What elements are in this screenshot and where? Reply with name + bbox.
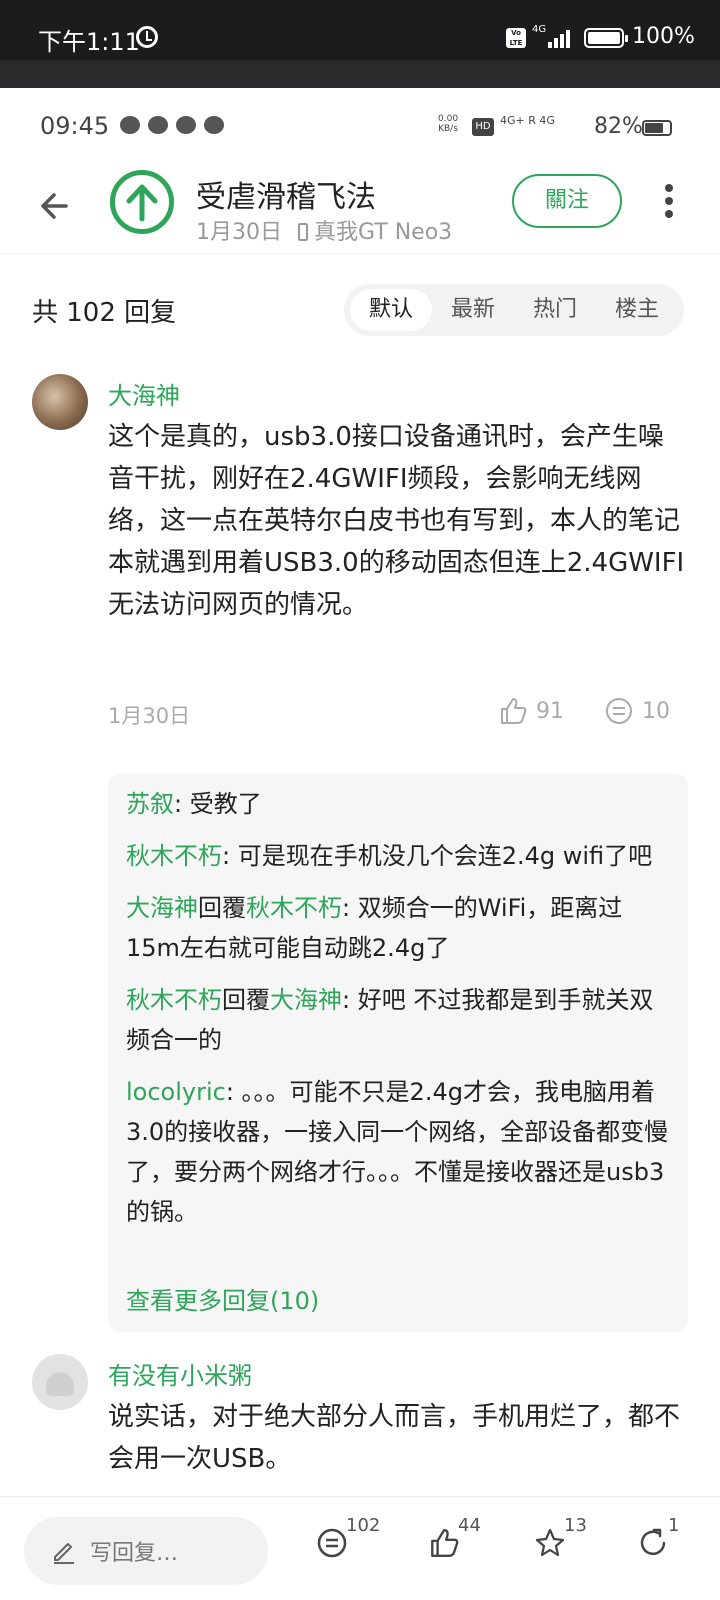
post-date: 1月30日 <box>196 220 282 245</box>
pencil-icon <box>54 1543 74 1564</box>
network-type: 4G <box>532 24 547 35</box>
hd-icon: HD <box>472 118 494 136</box>
sub-reply[interactable]: 秋木不朽回覆大海神: 好吧 不过我都是到手就关双频合一的 <box>126 980 670 1060</box>
shares-count: 1 <box>668 1515 680 1536</box>
like-button[interactable]: 91 <box>498 696 564 726</box>
post-device: 真我GT Neo3 <box>314 220 453 245</box>
like-post-button[interactable]: 44 <box>428 1515 488 1571</box>
reply-button[interactable]: 10 <box>604 696 670 726</box>
share-icon <box>640 1528 666 1556</box>
comment-icon <box>317 1528 347 1558</box>
sub-reply[interactable]: 苏叙: 受教了 <box>126 784 670 824</box>
system-time: 下午1:11 <box>38 28 140 56</box>
sub-reply-text: : 受教了 <box>174 790 262 818</box>
favorite-button[interactable]: 13 <box>534 1515 594 1571</box>
phone-icon <box>298 223 308 241</box>
favorites-count: 13 <box>564 1515 587 1536</box>
comment-date: 1月30日 <box>108 704 191 728</box>
status-divider <box>0 60 720 88</box>
reply-input[interactable]: 写回复… <box>24 1517 268 1585</box>
sub-reply[interactable]: locolyric: 。。。可能不只是2.4g才会，我电脑用着3.0的接收器，一… <box>126 1072 670 1232</box>
share-button[interactable]: 1 <box>638 1515 698 1571</box>
sub-reply-user[interactable]: locolyric <box>126 1078 226 1106</box>
signal-icon <box>548 28 576 48</box>
post-meta: 1月30日 真我GT Neo3 <box>196 214 452 246</box>
alarm-icon <box>136 26 158 48</box>
sub-replies-box: 苏叙: 受教了 秋木不朽: 可是现在手机没几个会连2.4g wifi了吧 大海神… <box>108 774 688 1332</box>
comment-icon <box>606 698 632 724</box>
tab-hot[interactable]: 热门 <box>514 289 596 331</box>
notification-icons <box>120 116 224 134</box>
volte-icon: Vo LTE <box>506 28 526 48</box>
sub-reply-user[interactable]: 秋木不朽 <box>126 842 222 870</box>
reply-placeholder: 写回复… <box>90 1541 179 1566</box>
net-speed-value: 0.00 <box>438 114 459 124</box>
back-arrow-icon[interactable] <box>36 186 76 226</box>
wechat-icon <box>120 116 140 134</box>
sub-reply-user[interactable]: 大海神 <box>126 894 198 922</box>
comment-text: 这个是真的，usb3.0接口设备通讯时，会产生噪音干扰，刚好在2.4GWIFI频… <box>108 422 685 620</box>
sub-reply-mid: 回覆 <box>198 894 246 922</box>
star-icon <box>535 1528 565 1557</box>
sub-reply-text: : 可是现在手机没几个会连2.4g wifi了吧 <box>222 842 653 870</box>
bottom-action-bar: 写回复… 102 44 13 1 <box>0 1496 720 1600</box>
mail-icon <box>176 116 196 134</box>
tab-latest[interactable]: 最新 <box>432 289 514 331</box>
comment-username[interactable]: 大海神 <box>108 376 180 411</box>
like-count: 91 <box>536 698 564 724</box>
post-header: 受虐滑稽飞法 1月30日 真我GT Neo3 關注 <box>0 164 720 254</box>
reply-count: 共 102 回复 <box>32 298 177 328</box>
sub-reply-target[interactable]: 秋木不朽 <box>246 894 342 922</box>
tab-op-only[interactable]: 楼主 <box>596 289 678 331</box>
battery-percent: 100% <box>632 24 695 49</box>
avatar[interactable] <box>32 374 88 430</box>
comments-button[interactable]: 102 <box>316 1515 380 1571</box>
sub-reply-user[interactable]: 秋木不朽 <box>126 986 222 1014</box>
replies-header: 共 102 回复 默认 最新 热门 楼主 <box>0 270 720 350</box>
avatar[interactable] <box>32 1354 88 1410</box>
more-options-icon[interactable] <box>664 184 674 220</box>
tab-default[interactable]: 默认 <box>350 289 432 331</box>
reply-count-small: 10 <box>642 698 670 724</box>
comments-count: 102 <box>346 1515 381 1536</box>
inner-battery-percent: 82% <box>594 114 643 139</box>
inner-status-bar: 09:45 0.00 KB/s HD 4G+ R 4G 82% <box>0 88 720 164</box>
sort-tabs: 默认 最新 热门 楼主 <box>344 284 684 336</box>
inner-signal: 4G+ R 4G <box>500 114 555 127</box>
thumbs-up-icon <box>431 1529 459 1557</box>
sub-reply-target[interactable]: 大海神 <box>270 986 342 1014</box>
thumbs-up-icon <box>501 698 527 724</box>
likes-count: 44 <box>458 1515 481 1536</box>
post-author-name[interactable]: 受虐滑稽飞法 <box>196 172 376 216</box>
sub-reply[interactable]: 秋木不朽: 可是现在手机没几个会连2.4g wifi了吧 <box>126 836 670 876</box>
sub-reply-mid: 回覆 <box>222 986 270 1014</box>
basketball-icon <box>148 116 168 134</box>
comment-username[interactable]: 有没有小米粥 <box>108 1356 252 1391</box>
comment-text: 说实话，对于绝大部分人而言，手机用烂了，都不会用一次USB。 <box>108 1402 681 1474</box>
search-app-icon <box>204 116 224 134</box>
net-speed: 0.00 KB/s <box>438 114 458 134</box>
inner-battery-icon <box>642 120 672 136</box>
follow-button[interactable]: 關注 <box>512 174 622 228</box>
view-more-replies-link[interactable]: 查看更多回复(10) <box>126 1281 319 1316</box>
sub-reply-user[interactable]: 苏叙 <box>126 790 174 818</box>
inner-time: 09:45 <box>40 112 110 140</box>
sub-reply[interactable]: 大海神回覆秋木不朽: 双频合一的WiFi，距离过15m左右就可能自动跳2.4g了 <box>126 888 670 968</box>
author-avatar[interactable] <box>110 170 174 234</box>
battery-icon <box>584 28 628 48</box>
net-speed-unit: KB/s <box>438 124 458 134</box>
